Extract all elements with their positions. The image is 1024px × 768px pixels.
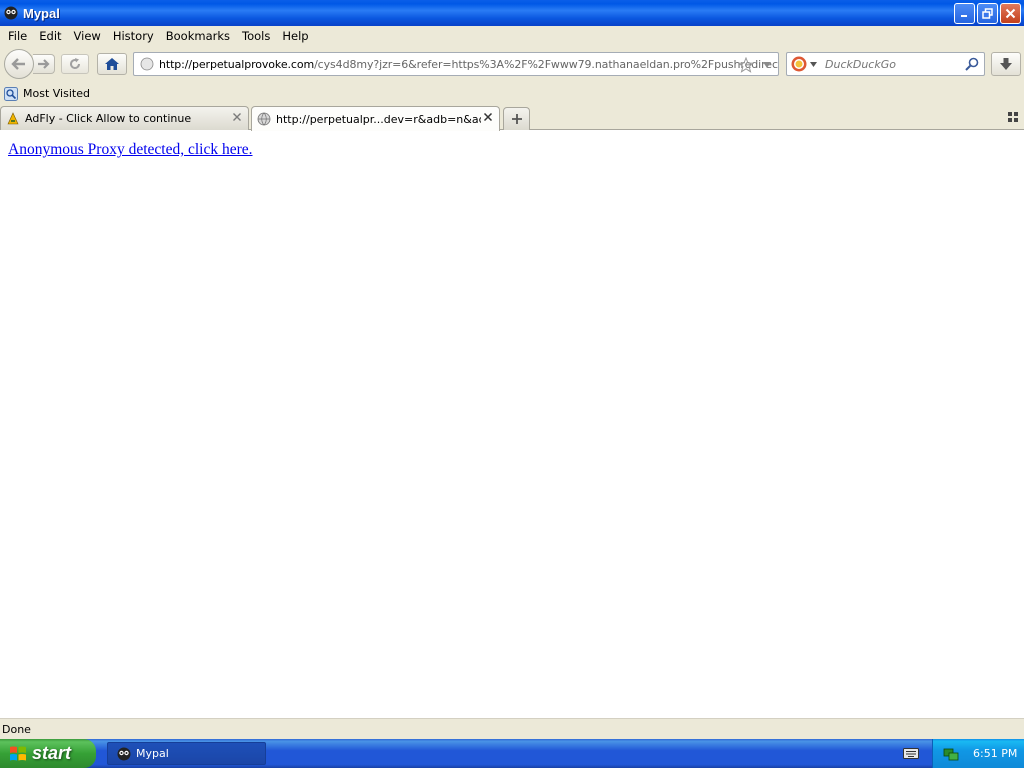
tab-list-icon[interactable] (1008, 112, 1018, 122)
new-tab-button[interactable] (503, 107, 530, 130)
search-input[interactable] (825, 57, 965, 71)
duckduckgo-icon[interactable] (791, 56, 807, 72)
back-button[interactable] (4, 49, 34, 79)
back-arrow-icon (11, 58, 25, 70)
status-text: Done (2, 722, 31, 736)
forward-arrow-icon (37, 59, 50, 69)
menu-file[interactable]: File (2, 29, 33, 43)
url-text: http://perpetualprovoke.com/cys4d8my?jzr… (159, 57, 779, 71)
tab-label: AdFly - Click Allow to continue (25, 112, 192, 125)
minimize-icon (961, 15, 967, 17)
home-icon (105, 58, 119, 70)
minimize-button[interactable] (954, 3, 975, 24)
clock: 6:51 PM (973, 747, 1018, 760)
reload-icon (70, 58, 80, 69)
forward-button[interactable] (33, 54, 55, 74)
close-tab-icon[interactable] (232, 112, 242, 122)
tab-strip: AdFly - Click Allow to continue http://p… (0, 104, 1024, 131)
keyboard-icon[interactable] (903, 746, 919, 760)
tab-adfly[interactable]: AdFly - Click Allow to continue (0, 106, 249, 130)
bookmark-most-visited[interactable]: Most Visited (23, 87, 90, 100)
search-bar[interactable] (786, 52, 985, 76)
adfly-favicon (7, 111, 19, 124)
download-icon (1000, 58, 1012, 70)
taskbar: start Mypal 6:51 PM (0, 739, 1024, 768)
close-button[interactable] (1000, 3, 1021, 24)
taskbar-item-label: Mypal (136, 747, 169, 760)
bookmarks-toolbar: Most Visited (0, 83, 1024, 104)
window-controls (954, 3, 1021, 24)
network-icon[interactable] (943, 746, 959, 762)
home-button[interactable] (97, 53, 127, 75)
page-content: Anonymous Proxy detected, click here. (0, 131, 1024, 718)
url-host: http://perpetualprovoke.com (159, 57, 315, 71)
url-path: /cys4d8my?jzr=6&refer=https%3A%2F%2Fwww7… (314, 57, 779, 71)
menu-bar: File Edit View History Bookmarks Tools H… (0, 26, 1024, 46)
navigation-toolbar: http://perpetualprovoke.com/cys4d8my?jzr… (0, 46, 1024, 83)
window-title: Mypal (23, 5, 60, 21)
menu-help[interactable]: Help (276, 29, 314, 43)
tab-label: http://perpetualpr...dev=r&adb=n&adb=n (276, 112, 481, 126)
reload-button[interactable] (61, 54, 89, 74)
windows-logo-icon (10, 746, 26, 760)
restore-button[interactable] (977, 3, 998, 24)
most-visited-icon (4, 86, 18, 101)
window-titlebar[interactable]: Mypal (0, 0, 1024, 26)
close-tab-icon[interactable] (483, 112, 493, 122)
menu-view[interactable]: View (68, 29, 107, 43)
url-bar[interactable]: http://perpetualprovoke.com/cys4d8my?jzr… (133, 52, 779, 76)
status-bar: Done (0, 718, 1024, 739)
engine-dropdown-icon[interactable] (810, 61, 817, 67)
search-icon[interactable] (965, 57, 979, 71)
start-button[interactable]: start (0, 739, 96, 768)
menu-history[interactable]: History (107, 29, 160, 43)
globe-icon (140, 57, 154, 71)
mypal-app-icon (117, 747, 131, 760)
start-label: start (32, 743, 72, 763)
tab-perpetualprovoke[interactable]: http://perpetualpr...dev=r&adb=n&adb=n (251, 106, 500, 131)
taskbar-item-mypal[interactable]: Mypal (107, 742, 266, 765)
mypal-app-icon (4, 6, 18, 20)
dropdown-icon[interactable] (762, 61, 772, 69)
restore-icon (982, 8, 993, 19)
menu-edit[interactable]: Edit (33, 29, 67, 43)
menu-tools[interactable]: Tools (236, 29, 276, 43)
system-tray: 6:51 PM (932, 739, 1024, 768)
plus-icon (511, 114, 522, 124)
proxy-detected-link[interactable]: Anonymous Proxy detected, click here. (8, 141, 253, 159)
downloads-button[interactable] (991, 52, 1021, 76)
star-icon[interactable] (738, 57, 754, 73)
close-icon (1005, 8, 1016, 19)
menu-bookmarks[interactable]: Bookmarks (160, 29, 236, 43)
globe-favicon (257, 112, 271, 126)
